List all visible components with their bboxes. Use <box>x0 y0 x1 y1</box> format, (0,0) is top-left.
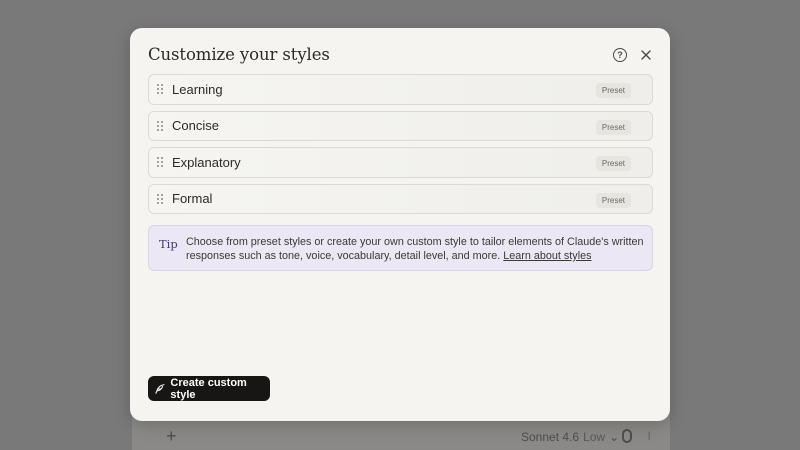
preset-badge: Preset <box>595 119 631 135</box>
create-custom-style-button[interactable]: Create custom style <box>148 376 270 401</box>
tip-text: Choose from preset styles or create your… <box>186 235 646 263</box>
model-name: Sonnet 4.6 <box>521 430 580 444</box>
customize-styles-modal: Customize your styles ? Learning Preset … <box>130 28 670 421</box>
preset-badge: Preset <box>595 83 631 98</box>
plus-icon: + <box>166 426 177 446</box>
feather-pen-icon <box>155 383 165 394</box>
style-name: Explanatory <box>172 154 241 170</box>
preset-badge: Preset <box>595 156 631 171</box>
style-item-formal[interactable]: Formal Preset <box>148 183 653 214</box>
help-circle-icon[interactable]: ? <box>613 48 627 62</box>
modal-title: Customize your styles <box>148 45 330 64</box>
learn-about-styles-link[interactable]: Learn about styles <box>503 250 591 262</box>
close-icon[interactable] <box>638 47 654 63</box>
style-item-learning[interactable]: Learning Preset <box>148 74 653 105</box>
tip-box: Tip Choose from preset styles or create … <box>148 225 653 271</box>
voice-wave-icon: ⦚ <box>648 431 651 443</box>
style-name: Formal <box>172 191 213 207</box>
create-button-label: Create custom style <box>170 376 247 401</box>
effort-level: Low <box>583 430 606 444</box>
drag-handle-icon[interactable] <box>157 193 163 204</box>
drag-handle-icon[interactable] <box>157 157 163 168</box>
chevron-down-icon: ⌄ <box>609 430 620 444</box>
drag-handle-icon[interactable] <box>157 120 163 131</box>
tip-label: Tip <box>159 237 178 251</box>
style-item-explanatory[interactable]: Explanatory Preset <box>148 147 653 178</box>
style-name: Concise <box>172 118 219 134</box>
microphone-icon <box>622 429 632 443</box>
preset-badge: Preset <box>595 192 631 208</box>
style-name: Learning <box>172 81 223 97</box>
style-list: Learning Preset Concise Preset Explanato… <box>148 74 653 214</box>
model-selector: Sonnet 4.6 Low ⌄ <box>521 430 619 444</box>
drag-handle-icon[interactable] <box>157 84 163 95</box>
style-item-concise[interactable]: Concise Preset <box>148 110 653 141</box>
